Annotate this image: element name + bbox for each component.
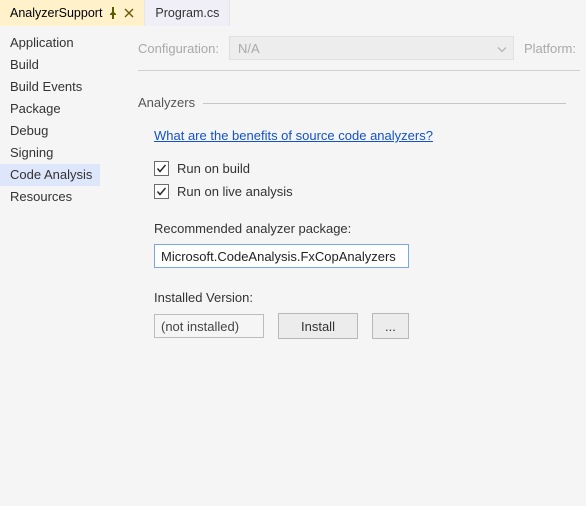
sidebar-item-code-analysis[interactable]: Code Analysis [0, 164, 100, 186]
run-on-live-row: Run on live analysis [154, 184, 566, 199]
run-on-build-checkbox[interactable] [154, 161, 169, 176]
run-on-build-row: Run on build [154, 161, 566, 176]
configuration-dropdown: N/A [229, 36, 514, 60]
tab-label: Program.cs [155, 6, 219, 20]
installed-version-value: (not installed) [154, 314, 264, 338]
tab-analyzer-support[interactable]: AnalyzerSupport [0, 0, 145, 26]
sidebar-item-signing[interactable]: Signing [0, 142, 100, 164]
section-heading-row: Analyzers [138, 95, 566, 110]
recommended-package-input[interactable] [154, 244, 409, 268]
close-icon[interactable] [124, 8, 134, 18]
tab-label: AnalyzerSupport [10, 6, 102, 20]
configuration-bar: Configuration: N/A Platform: [100, 36, 586, 66]
benefits-link[interactable]: What are the benefits of source code ana… [154, 128, 433, 143]
sidebar-item-build-events[interactable]: Build Events [0, 76, 100, 98]
sidebar-item-debug[interactable]: Debug [0, 120, 100, 142]
install-button[interactable]: Install [278, 313, 358, 339]
checkbox-label: Run on build [177, 161, 250, 176]
configuration-value: N/A [238, 41, 260, 56]
sidebar-item-application[interactable]: Application [0, 32, 100, 54]
installed-version-label: Installed Version: [154, 290, 566, 305]
browse-ellipsis-button[interactable]: ... [372, 313, 409, 339]
tab-program-cs[interactable]: Program.cs [145, 0, 230, 26]
sidebar-item-package[interactable]: Package [0, 98, 100, 120]
recommended-package-label: Recommended analyzer package: [154, 221, 566, 236]
heading-rule [203, 103, 566, 104]
sidebar-item-resources[interactable]: Resources [0, 186, 100, 208]
pin-icon[interactable] [108, 7, 118, 19]
installed-version-row: (not installed) Install ... [154, 313, 566, 339]
project-properties-sidebar: ApplicationBuildBuild EventsPackageDebug… [0, 26, 100, 506]
section-heading: Analyzers [138, 95, 195, 110]
sidebar-item-build[interactable]: Build [0, 54, 100, 76]
properties-main-panel: Configuration: N/A Platform: Analyzers W… [100, 26, 586, 506]
chevron-down-icon [497, 41, 507, 56]
run-on-live-checkbox[interactable] [154, 184, 169, 199]
tab-bar: AnalyzerSupport Program.cs [0, 0, 586, 26]
checkbox-label: Run on live analysis [177, 184, 293, 199]
platform-label: Platform: [524, 41, 580, 56]
analyzers-section: Analyzers What are the benefits of sourc… [100, 71, 586, 339]
configuration-label: Configuration: [138, 41, 219, 56]
